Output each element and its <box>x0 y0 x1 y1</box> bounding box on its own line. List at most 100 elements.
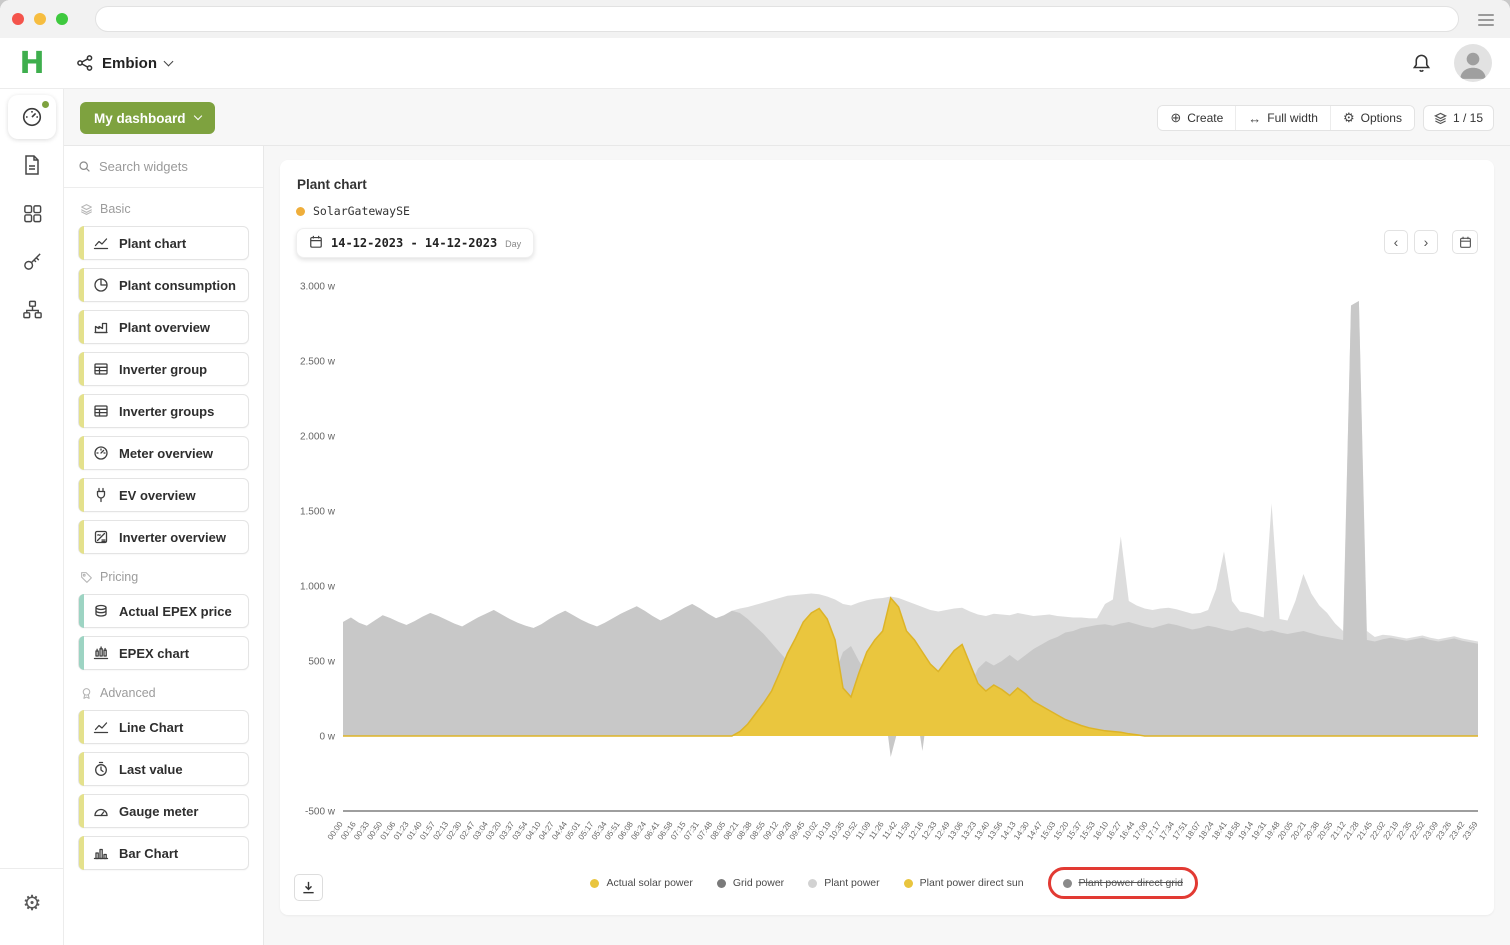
browser-menu-icon[interactable] <box>1478 11 1494 29</box>
date-range-label: 14-12-2023 - 14-12-2023 <box>331 236 497 250</box>
legend-label: Actual solar power <box>606 877 692 889</box>
section-label: Advanced <box>100 686 156 700</box>
full-width-button[interactable]: ↔ Full width <box>1236 106 1331 130</box>
svg-text:2.500 w: 2.500 w <box>300 357 336 368</box>
plant-chart-widget: Plant chart SolarGatewaySE 14-12-2023 - … <box>280 160 1494 915</box>
widget-item-inverter-group[interactable]: Inverter group <box>78 352 249 386</box>
widget-item-line-chart[interactable]: Line Chart <box>78 710 249 744</box>
dashboard-selector-button[interactable]: My dashboard <box>80 102 215 134</box>
chevron-down-icon <box>164 56 174 66</box>
widget-item-plant-overview[interactable]: Plant overview <box>78 310 249 344</box>
legend-item-plant-power[interactable]: Plant power <box>808 877 879 889</box>
legend-item-plant-power-direct-grid[interactable]: Plant power direct grid <box>1063 877 1183 889</box>
chart-series <box>343 301 1478 757</box>
calendar-picker-button[interactable] <box>1452 230 1478 254</box>
maximize-window-button[interactable] <box>56 13 68 25</box>
x-axis-labels: 00:0000:1600:3300:5001:0601:2301:4001:57… <box>326 820 1480 842</box>
widget-item-epex-chart[interactable]: EPEX chart <box>78 636 249 670</box>
search-widgets-input[interactable] <box>99 159 249 174</box>
create-label: Create <box>1187 111 1223 125</box>
widget-item-plant-consumption[interactable]: Plant consumption <box>78 268 249 302</box>
gear-icon: ⚙ <box>1343 110 1355 126</box>
app-header: H Embion <box>0 38 1510 89</box>
legend-dot <box>1063 879 1072 888</box>
y-axis-labels: 3.000 w2.500 w2.000 w1.500 w1.000 w500 w… <box>300 282 336 818</box>
widget-item-label: Last value <box>119 762 183 777</box>
accent-bar <box>79 752 84 786</box>
widget-item-inverter-overview[interactable]: Inverter overview <box>78 520 249 554</box>
organization-switcher[interactable]: Embion <box>76 38 172 88</box>
svg-text:2.000 w: 2.000 w <box>300 432 336 443</box>
window-controls <box>12 13 68 25</box>
legend-dot <box>590 879 599 888</box>
nav-rail: ⚙ <box>0 89 64 945</box>
user-avatar[interactable] <box>1454 44 1492 82</box>
next-period-button[interactable]: › <box>1414 230 1438 254</box>
line-chart-icon <box>93 719 109 735</box>
plant-chart-canvas[interactable]: 3.000 w2.500 w2.000 w1.500 w1.000 w500 w… <box>288 268 1486 868</box>
widget-item-label: EPEX chart <box>119 646 189 661</box>
stopwatch-icon <box>93 761 109 777</box>
date-range-button[interactable]: 14-12-2023 - 14-12-2023 Day <box>296 228 534 258</box>
svg-text:1.500 w: 1.500 w <box>300 507 336 518</box>
widget-item-inverter-groups[interactable]: Inverter groups <box>78 394 249 428</box>
section-label: Basic <box>100 202 131 216</box>
rail-item-settings[interactable]: ⚙ <box>0 879 64 927</box>
widget-item-bar-chart[interactable]: Bar Chart <box>78 836 249 870</box>
person-icon <box>1454 44 1492 82</box>
coins-icon <box>93 603 109 619</box>
section-header-advanced: Advanced <box>80 686 249 700</box>
create-button[interactable]: ⊕ Create <box>1158 106 1236 130</box>
candle-chart-icon <box>93 645 109 661</box>
browser-window: H Embion <box>0 0 1510 945</box>
rail-item-dashboard[interactable] <box>8 95 56 139</box>
notifications-bell-icon[interactable] <box>1411 52 1432 74</box>
widgets-icon <box>22 203 43 224</box>
legend-item-actual-solar-power[interactable]: Actual solar power <box>590 877 692 889</box>
widget-item-plant-chart[interactable]: Plant chart <box>78 226 249 260</box>
widget-item-label: Inverter groups <box>119 404 214 419</box>
widget-item-ev-overview[interactable]: EV overview <box>78 478 249 512</box>
accent-bar <box>79 352 84 386</box>
dashboard-page-indicator[interactable]: 1 / 15 <box>1423 105 1494 131</box>
table-icon <box>93 403 109 419</box>
table-icon <box>93 361 109 377</box>
line-chart-icon <box>93 235 109 251</box>
svg-text:3.000 w: 3.000 w <box>300 282 336 293</box>
rail-item-topology[interactable] <box>0 285 64 333</box>
sitemap-icon <box>22 299 43 320</box>
previous-period-button[interactable]: ‹ <box>1384 230 1408 254</box>
rail-item-reports[interactable] <box>0 141 64 189</box>
report-icon <box>22 154 42 176</box>
chevron-left-icon: ‹ <box>1394 235 1399 249</box>
widget-item-label: Plant consumption <box>119 278 236 293</box>
legend-item-grid-power[interactable]: Grid power <box>717 877 784 889</box>
accent-bar <box>79 594 84 628</box>
minimize-window-button[interactable] <box>34 13 46 25</box>
legend-item-plant-power-direct-sun[interactable]: Plant power direct sun <box>904 877 1024 889</box>
search-icon <box>78 159 91 174</box>
widget-item-label: Bar Chart <box>119 846 178 861</box>
options-button[interactable]: ⚙ Options <box>1331 106 1414 130</box>
url-bar[interactable] <box>95 6 1459 32</box>
gateway-status-dot <box>296 207 305 216</box>
accent-bar <box>79 436 84 470</box>
accent-bar <box>79 268 84 302</box>
widget-item-last-value[interactable]: Last value <box>78 752 249 786</box>
widget-item-gauge-meter[interactable]: Gauge meter <box>78 794 249 828</box>
active-indicator-dot <box>42 101 49 108</box>
download-chart-button[interactable] <box>294 874 323 901</box>
widget-item-label: Inverter overview <box>119 530 226 545</box>
rail-item-access-keys[interactable] <box>0 237 64 285</box>
pie-chart-icon <box>93 277 109 293</box>
app-logo[interactable]: H <box>0 38 64 88</box>
full-width-label: Full width <box>1267 111 1318 125</box>
widget-item-label: Plant overview <box>119 320 210 335</box>
close-window-button[interactable] <box>12 13 24 25</box>
rail-item-widgets[interactable] <box>0 189 64 237</box>
browser-chrome <box>0 0 1510 38</box>
main-content: Plant chart SolarGatewaySE 14-12-2023 - … <box>264 146 1510 945</box>
widget-item-meter-overview[interactable]: Meter overview <box>78 436 249 470</box>
widget-item-actual-epex-price[interactable]: Actual EPEX price <box>78 594 249 628</box>
key-icon <box>22 251 43 272</box>
